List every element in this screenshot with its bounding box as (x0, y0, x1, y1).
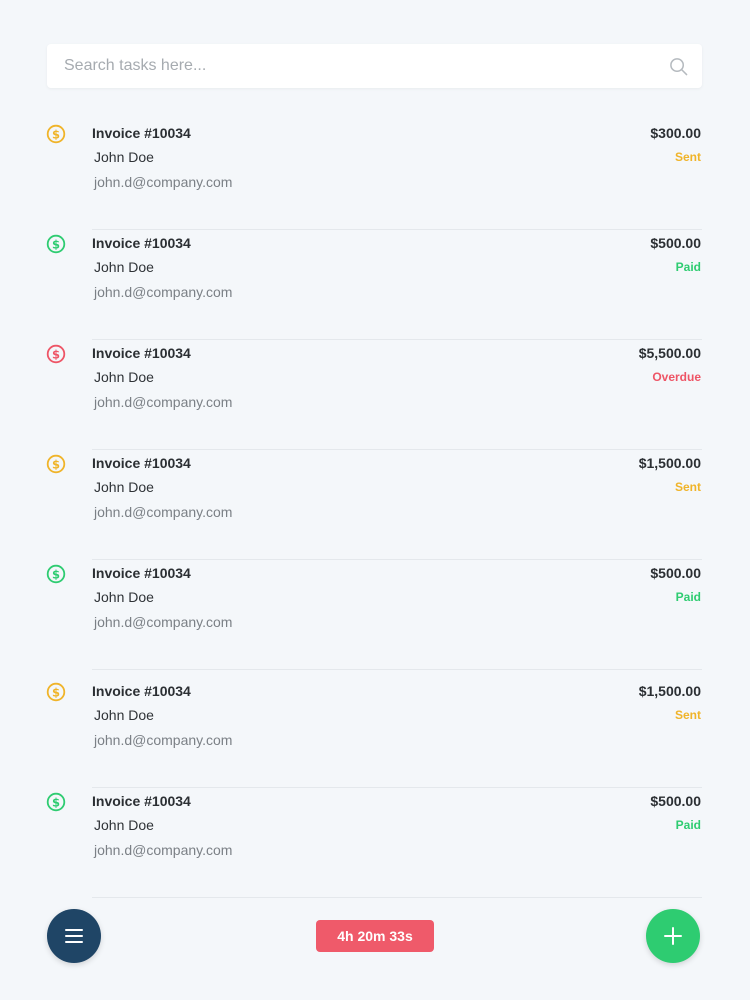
client-name: John Doe (94, 149, 154, 165)
status-badge: Sent (674, 480, 701, 494)
dollar-coin-icon: $ (46, 682, 66, 702)
invoice-title: Invoice #10034 (92, 235, 191, 251)
client-email: john.d@company.com (94, 394, 233, 410)
client-name: John Doe (94, 589, 154, 605)
invoice-title: Invoice #10034 (92, 793, 191, 809)
status-badge: Paid (675, 260, 701, 274)
search-input[interactable] (64, 57, 668, 75)
client-email: john.d@company.com (94, 614, 233, 630)
invoice-row[interactable]: $ Invoice #10034 John Doe john.d@company… (0, 230, 750, 340)
invoice-row[interactable]: $ Invoice #10034 John Doe john.d@company… (0, 560, 750, 670)
svg-text:$: $ (52, 347, 60, 361)
invoice-amount: $500.00 (650, 793, 701, 809)
dollar-coin-icon: $ (46, 792, 66, 812)
invoice-row[interactable]: $ Invoice #10034 John Doe john.d@company… (0, 120, 750, 230)
status-badge: Paid (675, 818, 701, 832)
invoice-row[interactable]: $ Invoice #10034 John Doe john.d@company… (0, 340, 750, 450)
invoice-amount: $300.00 (650, 125, 701, 141)
status-badge: Sent (674, 708, 701, 722)
hamburger-menu-icon (65, 929, 83, 943)
invoice-amount: $5,500.00 (638, 345, 701, 361)
dollar-coin-icon: $ (46, 344, 66, 364)
plus-icon (664, 927, 682, 945)
invoice-amount: $1,500.00 (638, 455, 701, 471)
client-email: john.d@company.com (94, 174, 233, 190)
timer-badge[interactable]: 4h 20m 33s (316, 920, 434, 952)
search-icon[interactable] (668, 56, 688, 76)
svg-text:$: $ (52, 567, 60, 581)
invoice-row[interactable]: $ Invoice #10034 John Doe john.d@company… (0, 450, 750, 560)
invoice-list: $ Invoice #10034 John Doe john.d@company… (0, 120, 750, 898)
client-name: John Doe (94, 369, 154, 385)
client-email: john.d@company.com (94, 284, 233, 300)
client-name: John Doe (94, 817, 154, 833)
dollar-coin-icon: $ (46, 564, 66, 584)
client-name: John Doe (94, 479, 154, 495)
svg-text:$: $ (52, 457, 60, 471)
invoice-title: Invoice #10034 (92, 455, 191, 471)
invoice-row[interactable]: $ Invoice #10034 John Doe john.d@company… (0, 670, 750, 788)
client-email: john.d@company.com (94, 732, 233, 748)
invoice-amount: $500.00 (650, 565, 701, 581)
invoice-title: Invoice #10034 (92, 683, 191, 699)
status-badge: Sent (674, 150, 701, 164)
svg-text:$: $ (52, 237, 60, 251)
invoice-list-screen: $ Invoice #10034 John Doe john.d@company… (0, 0, 750, 1000)
dollar-coin-icon: $ (46, 454, 66, 474)
svg-text:$: $ (52, 127, 60, 141)
invoice-amount: $500.00 (650, 235, 701, 251)
invoice-amount: $1,500.00 (638, 683, 701, 699)
dollar-coin-icon: $ (46, 124, 66, 144)
client-name: John Doe (94, 259, 154, 275)
client-email: john.d@company.com (94, 504, 233, 520)
invoice-row[interactable]: $ Invoice #10034 John Doe john.d@company… (0, 788, 750, 898)
invoice-title: Invoice #10034 (92, 345, 191, 361)
svg-text:$: $ (52, 795, 60, 809)
timer-label: 4h 20m 33s (337, 928, 413, 944)
svg-text:$: $ (52, 685, 60, 699)
row-divider (92, 897, 702, 898)
client-email: john.d@company.com (94, 842, 233, 858)
invoice-title: Invoice #10034 (92, 565, 191, 581)
client-name: John Doe (94, 707, 154, 723)
invoice-title: Invoice #10034 (92, 125, 191, 141)
search-bar (47, 44, 702, 88)
dollar-coin-icon: $ (46, 234, 66, 254)
status-badge: Overdue (652, 370, 701, 384)
menu-button[interactable] (47, 909, 101, 963)
add-invoice-button[interactable] (646, 909, 700, 963)
status-badge: Paid (675, 590, 701, 604)
